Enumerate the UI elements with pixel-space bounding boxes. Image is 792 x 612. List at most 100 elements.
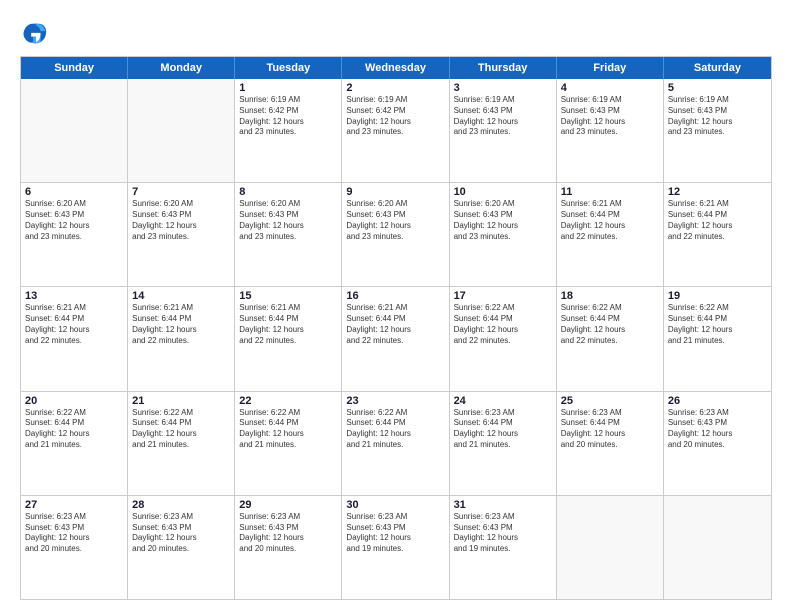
day-number: 24 [454,395,552,407]
calendar-cell: 31Sunrise: 6:23 AM Sunset: 6:43 PM Dayli… [450,496,557,599]
logo-icon [20,18,48,46]
page-header [20,18,772,46]
day-info: Sunrise: 6:23 AM Sunset: 6:43 PM Dayligh… [25,512,123,555]
day-number: 5 [668,82,767,94]
day-info: Sunrise: 6:23 AM Sunset: 6:44 PM Dayligh… [454,408,552,451]
day-info: Sunrise: 6:23 AM Sunset: 6:43 PM Dayligh… [454,512,552,555]
calendar-cell [664,496,771,599]
day-number: 23 [346,395,444,407]
calendar-cell: 19Sunrise: 6:22 AM Sunset: 6:44 PM Dayli… [664,287,771,390]
day-number: 22 [239,395,337,407]
day-number: 20 [25,395,123,407]
calendar-cell: 30Sunrise: 6:23 AM Sunset: 6:43 PM Dayli… [342,496,449,599]
day-info: Sunrise: 6:21 AM Sunset: 6:44 PM Dayligh… [668,199,767,242]
day-info: Sunrise: 6:21 AM Sunset: 6:44 PM Dayligh… [239,303,337,346]
day-info: Sunrise: 6:22 AM Sunset: 6:44 PM Dayligh… [346,408,444,451]
calendar-cell: 17Sunrise: 6:22 AM Sunset: 6:44 PM Dayli… [450,287,557,390]
day-info: Sunrise: 6:22 AM Sunset: 6:44 PM Dayligh… [561,303,659,346]
day-number: 27 [25,499,123,511]
calendar-row-4: 27Sunrise: 6:23 AM Sunset: 6:43 PM Dayli… [21,496,771,599]
day-number: 16 [346,290,444,302]
calendar-row-0: 1Sunrise: 6:19 AM Sunset: 6:42 PM Daylig… [21,79,771,183]
day-info: Sunrise: 6:23 AM Sunset: 6:43 PM Dayligh… [239,512,337,555]
calendar-cell: 15Sunrise: 6:21 AM Sunset: 6:44 PM Dayli… [235,287,342,390]
calendar-cell: 25Sunrise: 6:23 AM Sunset: 6:44 PM Dayli… [557,392,664,495]
weekday-header-monday: Monday [128,57,235,79]
day-info: Sunrise: 6:22 AM Sunset: 6:44 PM Dayligh… [454,303,552,346]
calendar-cell: 8Sunrise: 6:20 AM Sunset: 6:43 PM Daylig… [235,183,342,286]
day-info: Sunrise: 6:19 AM Sunset: 6:43 PM Dayligh… [561,95,659,138]
day-number: 18 [561,290,659,302]
calendar-cell: 3Sunrise: 6:19 AM Sunset: 6:43 PM Daylig… [450,79,557,182]
day-number: 30 [346,499,444,511]
calendar-cell: 11Sunrise: 6:21 AM Sunset: 6:44 PM Dayli… [557,183,664,286]
calendar-row-2: 13Sunrise: 6:21 AM Sunset: 6:44 PM Dayli… [21,287,771,391]
calendar-row-3: 20Sunrise: 6:22 AM Sunset: 6:44 PM Dayli… [21,392,771,496]
calendar-cell [21,79,128,182]
weekday-header-thursday: Thursday [450,57,557,79]
day-number: 17 [454,290,552,302]
weekday-header-saturday: Saturday [664,57,771,79]
calendar-cell: 26Sunrise: 6:23 AM Sunset: 6:43 PM Dayli… [664,392,771,495]
day-info: Sunrise: 6:20 AM Sunset: 6:43 PM Dayligh… [239,199,337,242]
day-info: Sunrise: 6:21 AM Sunset: 6:44 PM Dayligh… [132,303,230,346]
day-info: Sunrise: 6:19 AM Sunset: 6:43 PM Dayligh… [668,95,767,138]
day-number: 29 [239,499,337,511]
day-number: 2 [346,82,444,94]
weekday-header-friday: Friday [557,57,664,79]
calendar-cell: 23Sunrise: 6:22 AM Sunset: 6:44 PM Dayli… [342,392,449,495]
day-info: Sunrise: 6:23 AM Sunset: 6:44 PM Dayligh… [561,408,659,451]
day-number: 25 [561,395,659,407]
day-number: 15 [239,290,337,302]
calendar-header: SundayMondayTuesdayWednesdayThursdayFrid… [21,57,771,79]
calendar-cell: 29Sunrise: 6:23 AM Sunset: 6:43 PM Dayli… [235,496,342,599]
day-number: 13 [25,290,123,302]
day-info: Sunrise: 6:21 AM Sunset: 6:44 PM Dayligh… [561,199,659,242]
day-number: 1 [239,82,337,94]
calendar: SundayMondayTuesdayWednesdayThursdayFrid… [20,56,772,600]
day-number: 14 [132,290,230,302]
day-info: Sunrise: 6:20 AM Sunset: 6:43 PM Dayligh… [132,199,230,242]
calendar-cell: 28Sunrise: 6:23 AM Sunset: 6:43 PM Dayli… [128,496,235,599]
day-info: Sunrise: 6:22 AM Sunset: 6:44 PM Dayligh… [25,408,123,451]
day-info: Sunrise: 6:19 AM Sunset: 6:43 PM Dayligh… [454,95,552,138]
day-info: Sunrise: 6:23 AM Sunset: 6:43 PM Dayligh… [132,512,230,555]
calendar-row-1: 6Sunrise: 6:20 AM Sunset: 6:43 PM Daylig… [21,183,771,287]
day-number: 6 [25,186,123,198]
calendar-cell: 4Sunrise: 6:19 AM Sunset: 6:43 PM Daylig… [557,79,664,182]
day-info: Sunrise: 6:23 AM Sunset: 6:43 PM Dayligh… [346,512,444,555]
calendar-body: 1Sunrise: 6:19 AM Sunset: 6:42 PM Daylig… [21,79,771,599]
day-number: 31 [454,499,552,511]
day-number: 10 [454,186,552,198]
day-number: 19 [668,290,767,302]
day-info: Sunrise: 6:21 AM Sunset: 6:44 PM Dayligh… [346,303,444,346]
day-info: Sunrise: 6:20 AM Sunset: 6:43 PM Dayligh… [25,199,123,242]
day-info: Sunrise: 6:20 AM Sunset: 6:43 PM Dayligh… [346,199,444,242]
weekday-header-wednesday: Wednesday [342,57,449,79]
calendar-cell: 21Sunrise: 6:22 AM Sunset: 6:44 PM Dayli… [128,392,235,495]
day-info: Sunrise: 6:19 AM Sunset: 6:42 PM Dayligh… [239,95,337,138]
day-number: 3 [454,82,552,94]
calendar-cell: 5Sunrise: 6:19 AM Sunset: 6:43 PM Daylig… [664,79,771,182]
day-number: 4 [561,82,659,94]
day-number: 11 [561,186,659,198]
calendar-cell: 10Sunrise: 6:20 AM Sunset: 6:43 PM Dayli… [450,183,557,286]
day-info: Sunrise: 6:22 AM Sunset: 6:44 PM Dayligh… [668,303,767,346]
day-number: 28 [132,499,230,511]
calendar-cell: 27Sunrise: 6:23 AM Sunset: 6:43 PM Dayli… [21,496,128,599]
calendar-cell: 7Sunrise: 6:20 AM Sunset: 6:43 PM Daylig… [128,183,235,286]
calendar-cell: 16Sunrise: 6:21 AM Sunset: 6:44 PM Dayli… [342,287,449,390]
calendar-cell: 12Sunrise: 6:21 AM Sunset: 6:44 PM Dayli… [664,183,771,286]
calendar-cell: 6Sunrise: 6:20 AM Sunset: 6:43 PM Daylig… [21,183,128,286]
day-number: 8 [239,186,337,198]
calendar-cell: 22Sunrise: 6:22 AM Sunset: 6:44 PM Dayli… [235,392,342,495]
day-info: Sunrise: 6:20 AM Sunset: 6:43 PM Dayligh… [454,199,552,242]
day-info: Sunrise: 6:21 AM Sunset: 6:44 PM Dayligh… [25,303,123,346]
calendar-cell: 1Sunrise: 6:19 AM Sunset: 6:42 PM Daylig… [235,79,342,182]
calendar-cell: 20Sunrise: 6:22 AM Sunset: 6:44 PM Dayli… [21,392,128,495]
day-number: 7 [132,186,230,198]
day-info: Sunrise: 6:19 AM Sunset: 6:42 PM Dayligh… [346,95,444,138]
calendar-cell: 13Sunrise: 6:21 AM Sunset: 6:44 PM Dayli… [21,287,128,390]
calendar-cell [557,496,664,599]
calendar-cell [128,79,235,182]
